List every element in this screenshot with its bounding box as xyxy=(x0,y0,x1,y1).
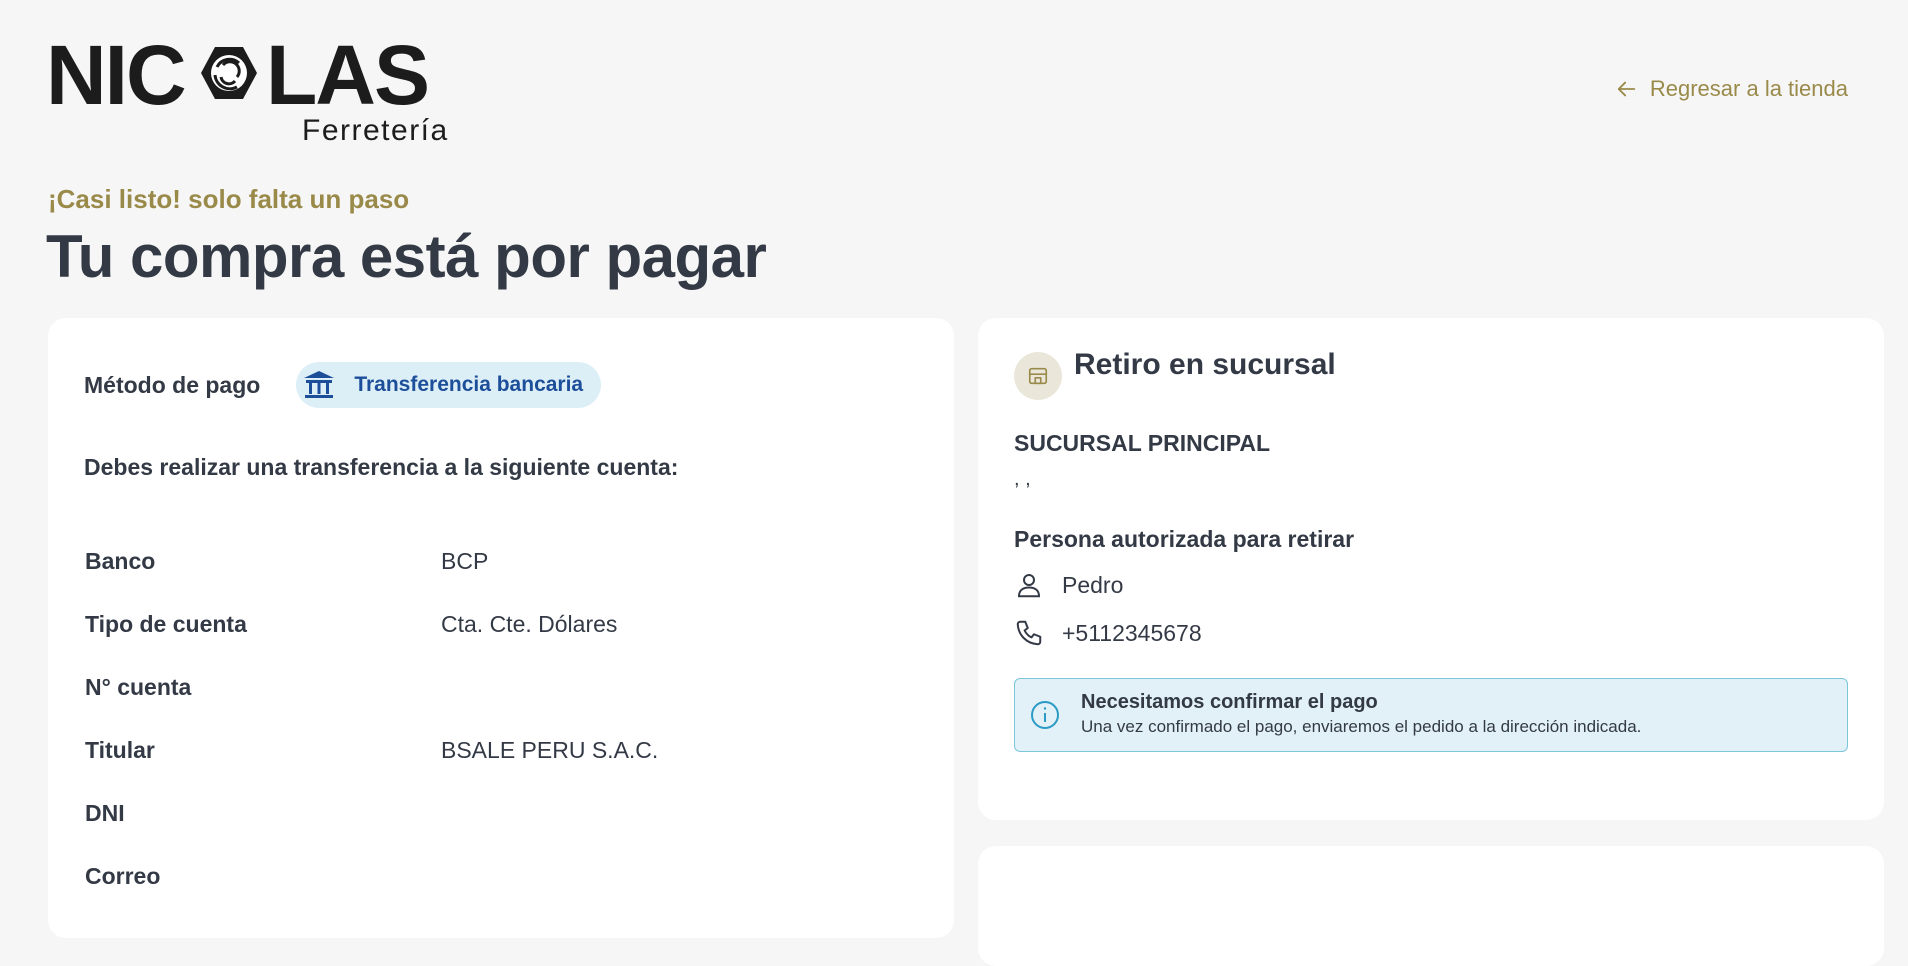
payment-method-chip: Transferencia bancaria xyxy=(296,362,602,408)
payment-method-label: Método de pago xyxy=(84,371,261,398)
person-name: Pedro xyxy=(1062,571,1124,598)
back-link-label: Regresar a la tienda xyxy=(1649,76,1848,101)
bank-key: Banco xyxy=(85,548,156,574)
bank-row-titular: Titular BSALE PERU S.A.C. xyxy=(85,737,658,800)
notice-body: Una vez confirmado el pago, enviaremos e… xyxy=(1081,717,1642,736)
arrow-left-icon xyxy=(1617,81,1636,97)
bank-row-correo: Correo xyxy=(85,863,658,926)
notice-title: Necesitamos confirmar el pago xyxy=(1081,691,1378,713)
back-to-store-link[interactable]: Regresar a la tienda xyxy=(1616,76,1848,102)
payment-confirmation-notice: Necesitamos confirmar el pago Una vez co… xyxy=(1014,678,1848,752)
bank-key: Tipo de cuenta xyxy=(85,611,247,637)
payment-method-name: Transferencia bancaria xyxy=(354,373,584,396)
brand-logo: NIC LAS Ferretería xyxy=(46,36,449,146)
authorized-person-name: Pedro xyxy=(1014,570,1123,600)
person-icon xyxy=(1017,574,1041,598)
bank-row-dni: DNI xyxy=(85,800,658,863)
order-summary-card xyxy=(978,846,1884,966)
transfer-instructions: Debes realizar una transferencia a la si… xyxy=(84,454,679,480)
bank-key: Correo xyxy=(85,863,161,889)
bank-value: BSALE PERU S.A.C. xyxy=(441,737,659,763)
svg-text:LAS: LAS xyxy=(266,36,428,122)
pickup-title: Retiro en sucursal xyxy=(1074,348,1336,381)
authorized-person-title: Persona autorizada para retirar xyxy=(1014,526,1355,552)
payment-method-row: Método de pago Transferencia bancaria xyxy=(84,362,602,408)
phone-icon xyxy=(1016,620,1042,646)
bank-details: Banco BCP Tipo de cuenta Cta. Cte. Dólar… xyxy=(85,548,658,926)
branch-address: , , xyxy=(1014,468,1031,490)
bank-value: Cta. Cte. Dólares xyxy=(441,611,618,637)
bank-key: DNI xyxy=(85,800,125,826)
bank-row-banco: Banco BCP xyxy=(85,548,658,611)
store-icon xyxy=(1014,352,1062,400)
bank-icon xyxy=(304,371,335,398)
branch-name: SUCURSAL PRINCIPAL xyxy=(1014,430,1270,456)
bank-row-tipo-cuenta: Tipo de cuenta Cta. Cte. Dólares xyxy=(85,611,658,674)
brand-tagline: Ferretería xyxy=(302,114,449,146)
bank-key: Titular xyxy=(85,737,155,763)
svg-text:NIC: NIC xyxy=(46,36,185,122)
step-eyebrow: ¡Casi listo! solo falta un paso xyxy=(48,184,410,214)
info-icon xyxy=(1031,701,1059,729)
bank-key: N° cuenta xyxy=(85,674,192,700)
pickup-card: Retiro en sucursal SUCURSAL PRINCIPAL , … xyxy=(978,318,1884,820)
authorized-person-phone: +5112345678 xyxy=(1014,618,1202,648)
person-phone: +5112345678 xyxy=(1062,619,1202,646)
payment-card: Método de pago Transferencia bancaria De… xyxy=(48,318,954,938)
page-title: Tu compra está por pagar xyxy=(46,223,767,290)
bank-value: BCP xyxy=(441,548,489,574)
bank-row-numero-cuenta: N° cuenta xyxy=(85,674,658,737)
